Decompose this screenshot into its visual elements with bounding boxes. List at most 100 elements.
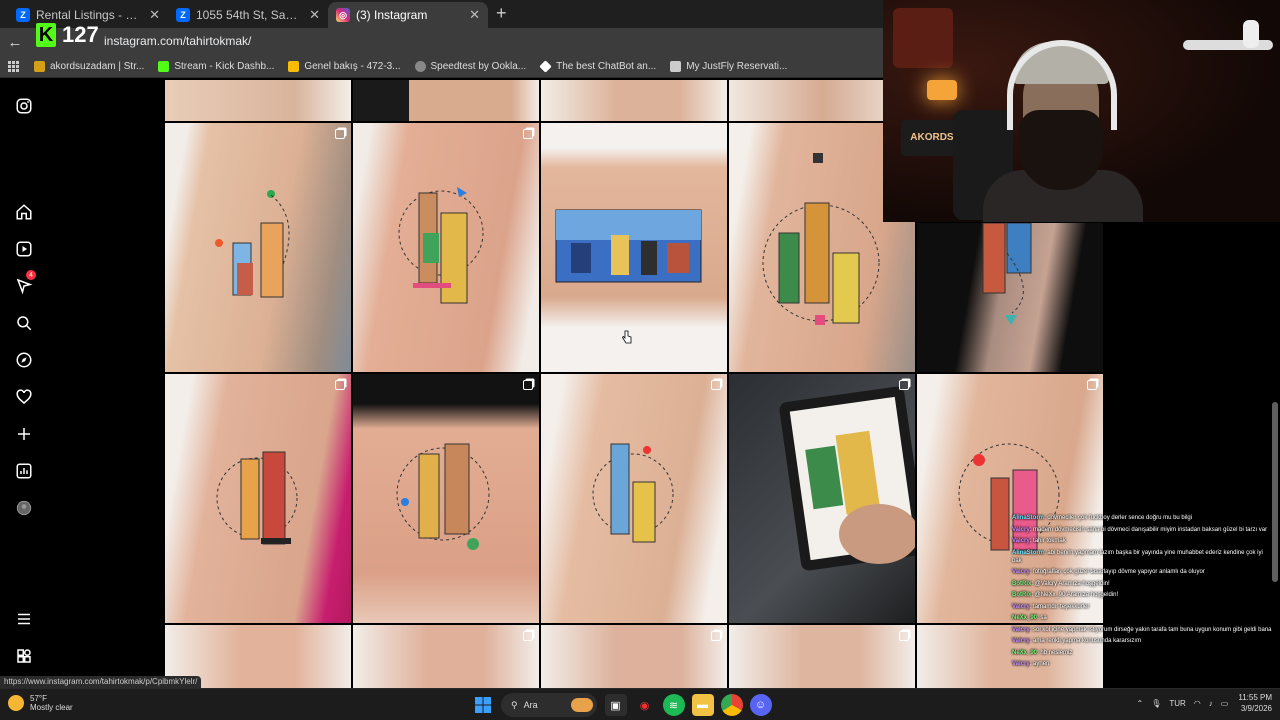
post-thumbnail[interactable] <box>541 123 727 372</box>
chat-message: NeXx_90: sa <box>1012 614 1274 622</box>
chat-username: Valcry <box>1012 638 1030 644</box>
windows-taskbar: 57°F Mostly clear ⚲ Ara ▣ ◉ ≋ ▬ ☺ ⌃ 🎙 TU… <box>0 688 1280 720</box>
new-tab-button[interactable]: + <box>496 3 507 24</box>
bookmark-item[interactable]: Speedtest by Ookla... <box>414 61 527 72</box>
post-thumbnail[interactable] <box>353 625 539 688</box>
chrome-icon[interactable] <box>720 694 743 716</box>
wall-art <box>893 8 953 68</box>
instagram-logo-icon[interactable] <box>12 94 36 118</box>
bookmark-item[interactable]: My JustFly Reservati... <box>670 61 787 72</box>
post-thumbnail[interactable] <box>165 374 351 623</box>
volume-icon[interactable]: ♪ <box>1209 699 1213 708</box>
close-icon[interactable]: ✕ <box>149 7 160 23</box>
taskbar-search[interactable]: ⚲ Ara <box>501 693 597 717</box>
back-arrow-icon[interactable]: ← <box>0 34 30 51</box>
discord-icon[interactable]: ☺ <box>749 694 772 716</box>
tattoo-art <box>982 223 1032 325</box>
menu-icon[interactable] <box>12 607 36 631</box>
post-thumbnail[interactable] <box>353 80 539 121</box>
heart-icon[interactable] <box>12 385 36 409</box>
chat-text: : dövmeciler çok fuckboy derler sence do… <box>1044 515 1193 521</box>
profile-icon[interactable] <box>12 496 36 520</box>
notifications-icon[interactable]: 4 <box>12 270 36 298</box>
bookmark-favicon-icon <box>670 61 682 72</box>
tattoo-art <box>215 190 290 298</box>
search-icon[interactable] <box>12 311 36 335</box>
bookmark-favicon-icon <box>34 61 45 72</box>
chat-username: Valcry <box>1012 569 1030 575</box>
wifi-icon[interactable]: ◠ <box>1194 699 1201 708</box>
post-thumbnail[interactable] <box>541 374 727 623</box>
more-icon[interactable] <box>12 644 36 668</box>
reels-icon[interactable] <box>12 237 36 261</box>
post-thumbnail[interactable] <box>729 374 915 623</box>
dashboard-icon[interactable] <box>12 459 36 483</box>
battery-icon[interactable]: ▭ <box>1221 699 1229 708</box>
tab-sacramento[interactable]: Z 1055 54th St, Sacramento, CA 9 ✕ <box>168 2 328 28</box>
chat-text: : fotoğrafları çok güzel tasarlayıp dövm… <box>1029 569 1205 575</box>
bookmark-favicon-icon <box>288 61 300 72</box>
tablet-drawing-art <box>779 386 915 571</box>
microphone-icon[interactable]: 🎙 <box>1151 699 1161 708</box>
tab-title: 1055 54th St, Sacramento, CA 9 <box>196 8 303 22</box>
bookmark-item[interactable]: Stream - Kick Dashb... <box>158 61 274 72</box>
tattoo-art <box>396 443 490 550</box>
post-thumbnail[interactable] <box>541 625 727 688</box>
chat-text: : aynen <box>1029 661 1050 667</box>
url-field[interactable]: instagram.com/tahirtokmak/ <box>104 34 251 48</box>
clock[interactable]: 11:55 PM 3/9/2026 <box>1238 692 1272 714</box>
date: 3/9/2026 <box>1240 704 1272 713</box>
tab-instagram[interactable]: ◎ (3) Instagram ✕ <box>328 2 488 28</box>
post-thumbnail[interactable] <box>917 223 1103 372</box>
multiple-posts-icon <box>523 631 533 641</box>
chat-username: Valcry <box>1012 661 1030 667</box>
bookmark-item[interactable]: The best ChatBot an... <box>539 60 656 73</box>
chat-text: : ama renkli yapma konusunda kararsızım <box>1029 638 1142 644</box>
multiple-posts-icon <box>711 380 721 390</box>
multiple-posts-icon <box>335 129 345 139</box>
weather-moon-icon <box>8 695 24 711</box>
post-thumbnail[interactable] <box>165 123 351 372</box>
create-icon[interactable] <box>12 422 36 446</box>
bookmark-favicon-icon <box>539 60 552 73</box>
windows-start-icon[interactable] <box>472 694 494 716</box>
bookmark-label: Genel bakış - 472-3... <box>304 61 401 72</box>
weather-widget[interactable]: 57°F Mostly clear <box>8 694 73 712</box>
post-thumbnail[interactable] <box>353 374 539 623</box>
app-icon[interactable]: ◉ <box>634 694 656 716</box>
multiple-posts-icon <box>523 380 533 390</box>
chat-username: Valcry <box>1012 603 1030 610</box>
chat-text: : tamamdır teşekkürler <box>1029 603 1090 610</box>
chevron-up-icon[interactable]: ⌃ <box>1136 699 1143 708</box>
explore-icon[interactable] <box>12 348 36 372</box>
notification-badge: 4 <box>26 270 36 280</box>
chat-username: BotRix <box>1012 580 1032 587</box>
post-thumbnail[interactable] <box>165 80 351 121</box>
task-view-icon[interactable]: ▣ <box>604 694 627 716</box>
bookmark-label: Speedtest by Ookla... <box>430 61 527 72</box>
language-indicator[interactable]: TUR <box>1169 699 1185 708</box>
post-thumbnail[interactable] <box>541 80 727 121</box>
apps-grid-icon[interactable] <box>8 60 20 73</box>
search-highlight-icon <box>571 698 593 712</box>
kick-logo-icon: K <box>36 23 56 47</box>
chat-message: Valcry: ama renkli yapma konusunda karar… <box>1012 637 1274 645</box>
post-thumbnail[interactable] <box>729 625 915 688</box>
streamer-webcam: AKORDSZ <box>883 0 1280 222</box>
post-thumbnail[interactable] <box>353 123 539 372</box>
bookmark-item[interactable]: Genel bakış - 472-3... <box>288 61 401 72</box>
home-icon[interactable] <box>12 200 36 224</box>
close-icon[interactable]: ✕ <box>469 7 480 23</box>
spotify-icon[interactable]: ≋ <box>662 694 685 716</box>
chat-message: AlinaStorm: abi benim yapmam lazım başka… <box>1012 549 1274 565</box>
bookmark-item[interactable]: akordsuzadam | Str... <box>34 61 144 72</box>
instagram-sidebar: 4 <box>0 80 48 688</box>
file-explorer-icon[interactable]: ▬ <box>691 694 714 716</box>
close-icon[interactable]: ✕ <box>309 7 320 23</box>
chat-message: BotRix: @Valcry Aramıza hoşgeldin! <box>1012 580 1274 588</box>
tattoo-art <box>398 187 484 304</box>
bookmark-label: Stream - Kick Dashb... <box>174 61 275 72</box>
viewer-count: 127 <box>62 22 99 47</box>
multiple-posts-icon <box>899 631 909 641</box>
bookmark-favicon-icon <box>414 61 426 72</box>
